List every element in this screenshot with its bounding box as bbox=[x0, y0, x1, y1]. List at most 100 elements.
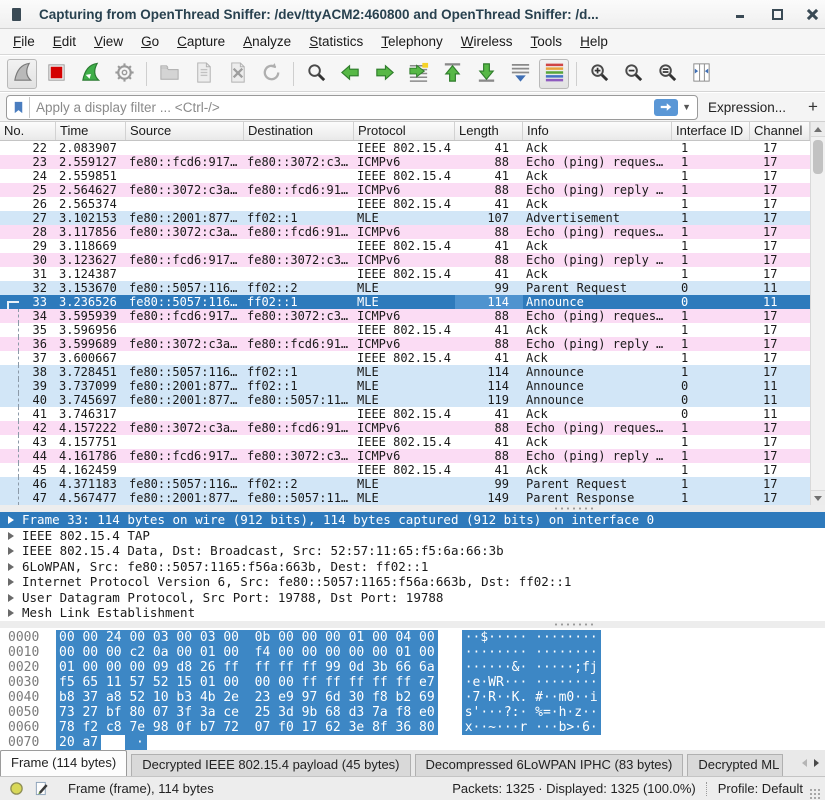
scroll-thumb[interactable] bbox=[813, 140, 823, 174]
detail-line[interactable]: User Datagram Protocol, Src Port: 19788,… bbox=[0, 590, 825, 606]
packet-row[interactable]: 383.728451fe80::5057:116…ff02::1MLE114An… bbox=[0, 365, 825, 379]
bookmark-icon[interactable] bbox=[7, 97, 30, 118]
menu-item-wireless[interactable]: Wireless bbox=[452, 31, 522, 52]
resize-grip[interactable] bbox=[809, 788, 821, 800]
byte-tab-3[interactable]: Decrypted ML bbox=[687, 754, 783, 776]
menu-item-statistics[interactable]: Statistics bbox=[300, 31, 372, 52]
hex-bytes[interactable]: 01 00 00 00 09 d8 26 ff ff ff ff 99 0d 3… bbox=[56, 660, 438, 675]
column-header-time[interactable]: Time bbox=[56, 122, 126, 140]
packet-row[interactable]: 252.564627fe80::3072:c3a…fe80::fcd6:91…I… bbox=[0, 183, 825, 197]
expression-button[interactable]: Expression... bbox=[708, 100, 786, 115]
menu-item-view[interactable]: View bbox=[85, 31, 132, 52]
list-details-splitter[interactable] bbox=[0, 505, 825, 512]
go-back-button[interactable] bbox=[335, 59, 365, 89]
tab-scroll-right-icon[interactable] bbox=[810, 754, 822, 772]
byte-tab-2[interactable]: Decompressed 6LoWPAN IPHC (83 bytes) bbox=[415, 754, 684, 776]
expander-icon[interactable] bbox=[8, 609, 14, 617]
packet-row[interactable]: 363.599689fe80::3072:c3a…fe80::fcd6:91…I… bbox=[0, 337, 825, 351]
column-header-channel[interactable]: Channel bbox=[750, 122, 810, 140]
menu-item-capture[interactable]: Capture bbox=[168, 31, 234, 52]
expander-icon[interactable] bbox=[8, 547, 14, 555]
hex-ascii[interactable]: ·e·WR··· ········ bbox=[462, 675, 601, 690]
menu-item-help[interactable]: Help bbox=[571, 31, 617, 52]
detail-line[interactable]: Frame 33: 114 bytes on wire (912 bits), … bbox=[0, 512, 825, 528]
find-packet-button[interactable] bbox=[301, 59, 331, 89]
detail-line[interactable]: 6LoWPAN, Src: fe80::5057:1165:f56a:663b,… bbox=[0, 559, 825, 575]
menu-item-edit[interactable]: Edit bbox=[44, 31, 85, 52]
packet-row[interactable]: 333.236526fe80::5057:116…ff02::1MLE114An… bbox=[0, 295, 825, 309]
hex-bytes[interactable]: 20 a7 bbox=[56, 735, 101, 750]
packet-row[interactable]: 444.161786fe80::fcd6:917…fe80::3072:c3…I… bbox=[0, 449, 825, 463]
hex-ascii[interactable]: ········ ········ bbox=[462, 645, 601, 660]
expert-info-icon[interactable] bbox=[8, 780, 25, 797]
auto-scroll-button[interactable] bbox=[505, 59, 535, 89]
packet-row[interactable]: 303.123627fe80::fcd6:917…fe80::3072:c3…I… bbox=[0, 253, 825, 267]
hex-bytes[interactable]: 00 00 00 c2 0a 00 01 00 f4 00 00 00 00 0… bbox=[56, 645, 438, 660]
column-header-protocol[interactable]: Protocol bbox=[354, 122, 455, 140]
display-filter-input[interactable] bbox=[30, 100, 654, 115]
byte-tab-1[interactable]: Decrypted IEEE 802.15.4 payload (45 byte… bbox=[131, 754, 410, 776]
hex-ascii[interactable]: x··~···r ···b>·6· bbox=[462, 720, 601, 735]
zoom-out-button[interactable] bbox=[618, 59, 648, 89]
column-header-interface-id[interactable]: Interface ID bbox=[672, 122, 750, 140]
packet-row[interactable]: 323.153670fe80::5057:116…ff02::2MLE99Par… bbox=[0, 281, 825, 295]
start-capture-button[interactable] bbox=[7, 59, 37, 89]
maximize-button[interactable] bbox=[771, 8, 783, 20]
byte-tab-0[interactable]: Frame (114 bytes) bbox=[0, 750, 127, 776]
scroll-up-button[interactable] bbox=[811, 122, 825, 137]
minimize-button[interactable] bbox=[735, 8, 747, 20]
packet-row[interactable]: 273.102153fe80::2001:877…ff02::1MLE107Ad… bbox=[0, 211, 825, 225]
tab-scroll-left-icon[interactable] bbox=[798, 754, 810, 772]
packet-row[interactable]: 403.745697fe80::2001:877…fe80::5057:11…M… bbox=[0, 393, 825, 407]
colorize-button[interactable] bbox=[539, 59, 569, 89]
detail-line[interactable]: Internet Protocol Version 6, Src: fe80::… bbox=[0, 574, 825, 590]
packet-row[interactable]: 424.157222fe80::3072:c3a…fe80::fcd6:91…I… bbox=[0, 421, 825, 435]
detail-line[interactable]: Mesh Link Establishment bbox=[0, 605, 825, 621]
go-forward-button[interactable] bbox=[369, 59, 399, 89]
capture-comment-icon[interactable] bbox=[33, 780, 50, 797]
apply-filter-button[interactable] bbox=[654, 99, 678, 116]
column-header-info[interactable]: Info bbox=[523, 122, 672, 140]
status-profile[interactable]: Profile: Default bbox=[718, 781, 803, 796]
resize-columns-button[interactable] bbox=[686, 59, 716, 89]
capture-options-button[interactable] bbox=[109, 59, 139, 89]
go-to-packet-button[interactable] bbox=[403, 59, 433, 89]
filter-history-caret-icon[interactable]: ▼ bbox=[680, 102, 697, 112]
hex-ascii[interactable]: ··$····· ········ bbox=[462, 630, 601, 645]
packet-row[interactable]: 474.567477fe80::2001:877…fe80::5057:11…M… bbox=[0, 491, 825, 505]
expander-icon[interactable] bbox=[8, 516, 14, 524]
details-bytes-splitter[interactable] bbox=[0, 621, 825, 628]
go-first-button[interactable] bbox=[437, 59, 467, 89]
menu-item-tools[interactable]: Tools bbox=[522, 31, 572, 52]
add-filter-button[interactable]: + bbox=[802, 97, 824, 117]
hex-ascii[interactable]: ······&· ·····;fj bbox=[462, 660, 601, 675]
packet-row[interactable]: 242.559851IEEE 802.15.441Ack117 bbox=[0, 169, 825, 183]
detail-line[interactable]: IEEE 802.15.4 Data, Dst: Broadcast, Src:… bbox=[0, 543, 825, 559]
column-header-destination[interactable]: Destination bbox=[244, 122, 354, 140]
hex-bytes[interactable]: 73 27 bf 80 07 3f 3a ce 25 3d 9b 68 d3 7… bbox=[56, 705, 438, 720]
menu-item-telephony[interactable]: Telephony bbox=[372, 31, 452, 52]
column-header-length[interactable]: Length bbox=[455, 122, 523, 140]
menu-item-analyze[interactable]: Analyze bbox=[234, 31, 300, 52]
packet-row[interactable]: 313.124387IEEE 802.15.441Ack117 bbox=[0, 267, 825, 281]
zoom-in-button[interactable] bbox=[584, 59, 614, 89]
column-header-source[interactable]: Source bbox=[126, 122, 244, 140]
hex-bytes[interactable]: f5 65 11 57 52 15 01 00 00 00 ff ff ff f… bbox=[56, 675, 438, 690]
packet-row[interactable]: 283.117856fe80::3072:c3a…fe80::fcd6:91…I… bbox=[0, 225, 825, 239]
expander-icon[interactable] bbox=[8, 594, 14, 602]
hex-bytes[interactable]: b8 37 a8 52 10 b3 4b 2e 23 e9 97 6d 30 f… bbox=[56, 690, 438, 705]
packet-row[interactable]: 434.157751IEEE 802.15.441Ack117 bbox=[0, 435, 825, 449]
menu-item-file[interactable]: File bbox=[4, 31, 44, 52]
packet-row[interactable]: 413.746317IEEE 802.15.441Ack011 bbox=[0, 407, 825, 421]
column-header-no[interactable]: No. bbox=[0, 122, 56, 140]
packet-row[interactable]: 454.162459IEEE 802.15.441Ack117 bbox=[0, 463, 825, 477]
restart-capture-button[interactable] bbox=[75, 59, 105, 89]
hex-ascii[interactable]: · bbox=[125, 735, 147, 750]
packet-row[interactable]: 222.083907IEEE 802.15.441Ack117 bbox=[0, 141, 825, 155]
packet-row[interactable]: 343.595939fe80::fcd6:917…fe80::3072:c3…I… bbox=[0, 309, 825, 323]
menu-item-go[interactable]: Go bbox=[132, 31, 168, 52]
packet-row[interactable]: 373.600667IEEE 802.15.441Ack117 bbox=[0, 351, 825, 365]
packet-row[interactable]: 353.596956IEEE 802.15.441Ack117 bbox=[0, 323, 825, 337]
packet-row[interactable]: 262.565374IEEE 802.15.441Ack117 bbox=[0, 197, 825, 211]
packet-row[interactable]: 293.118669IEEE 802.15.441Ack117 bbox=[0, 239, 825, 253]
